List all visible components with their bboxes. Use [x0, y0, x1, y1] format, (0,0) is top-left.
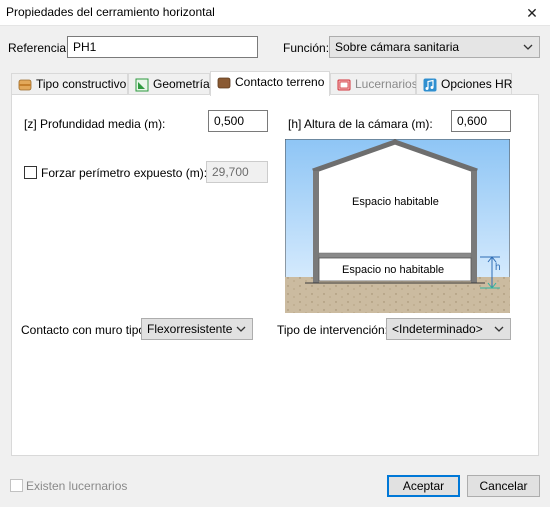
intervencion-label: Tipo de intervención: [277, 323, 388, 337]
tab-label: Geometría [153, 77, 210, 91]
chevron-down-icon [494, 326, 504, 332]
skylight-icon [337, 79, 351, 91]
tab-opciones-hr[interactable]: Opciones HR [416, 73, 512, 95]
profundidad-input[interactable]: 0,500 [208, 110, 268, 132]
cancelar-label: Cancelar [479, 479, 528, 493]
tab-tipo-constructivo[interactable]: Tipo constructivo [11, 73, 128, 95]
camara-sanitaria-diagram [285, 139, 510, 313]
muro-label: Contacto con muro tipo: [21, 323, 149, 337]
chevron-down-icon [523, 44, 533, 50]
referencia-input[interactable]: PH1 [67, 36, 258, 58]
aceptar-label: Aceptar [402, 479, 445, 493]
altura-value: 0,600 [457, 114, 488, 128]
tab-geometria[interactable]: Geometría [128, 73, 210, 95]
tab-label: Opciones HR [441, 77, 513, 91]
h-marker-label: h [495, 262, 501, 273]
tab-lucernarios[interactable]: Lucernarios [330, 73, 418, 95]
funcion-select[interactable]: Sobre cámara sanitaria [329, 36, 540, 58]
chevron-down-icon [236, 326, 246, 332]
funcion-label: Función: [283, 41, 330, 55]
aceptar-button[interactable]: Aceptar [387, 475, 460, 497]
altura-input[interactable]: 0,600 [451, 110, 511, 132]
profundidad-value: 0,500 [214, 114, 245, 128]
title-bar: Propiedades del cerramiento horizontal ✕ [0, 0, 550, 26]
muro-select[interactable]: Flexorresistente [141, 318, 253, 340]
terrain-icon [217, 77, 231, 89]
perimetro-value: 29,700 [212, 165, 249, 179]
tab-contacto-terreno[interactable]: Contacto terreno [210, 71, 330, 96]
perimetro-input[interactable]: 29,700 [206, 161, 268, 183]
funcion-value: Sobre cámara sanitaria [335, 40, 460, 54]
perimetro-label: Forzar perímetro expuesto (m): [41, 166, 208, 180]
forzar-perimetro-checkbox[interactable] [24, 166, 37, 179]
espacio-habitable-label: Espacio habitable [352, 196, 439, 208]
left-wall [313, 171, 319, 283]
close-icon[interactable]: ✕ [514, 0, 550, 26]
geometry-icon [135, 78, 149, 92]
intervencion-select[interactable]: <Indeterminado> [386, 318, 511, 340]
altura-label: [h] Altura de la cámara (m): [288, 117, 433, 131]
existen-lucernarios-label: Existen lucernarios [26, 479, 128, 493]
referencia-label: Referencia: [8, 41, 70, 55]
window-title: Propiedades del cerramiento horizontal [6, 5, 215, 19]
cancelar-button[interactable]: Cancelar [467, 475, 540, 497]
tab-label: Lucernarios [355, 77, 418, 91]
existen-lucernarios-checkbox[interactable] [10, 479, 23, 492]
intervencion-value: <Indeterminado> [392, 322, 483, 336]
right-wall [471, 171, 477, 283]
muro-value: Flexorresistente [147, 322, 233, 336]
tab-label: Tipo constructivo [36, 77, 127, 91]
layers-icon [18, 79, 32, 91]
tab-label: Contacto terreno [235, 75, 325, 89]
music-note-icon [423, 78, 437, 92]
slab [318, 252, 472, 259]
espacio-no-habitable-label: Espacio no habitable [342, 264, 445, 276]
profundidad-label: [z] Profundidad media (m): [24, 117, 166, 131]
referencia-value: PH1 [73, 40, 97, 54]
